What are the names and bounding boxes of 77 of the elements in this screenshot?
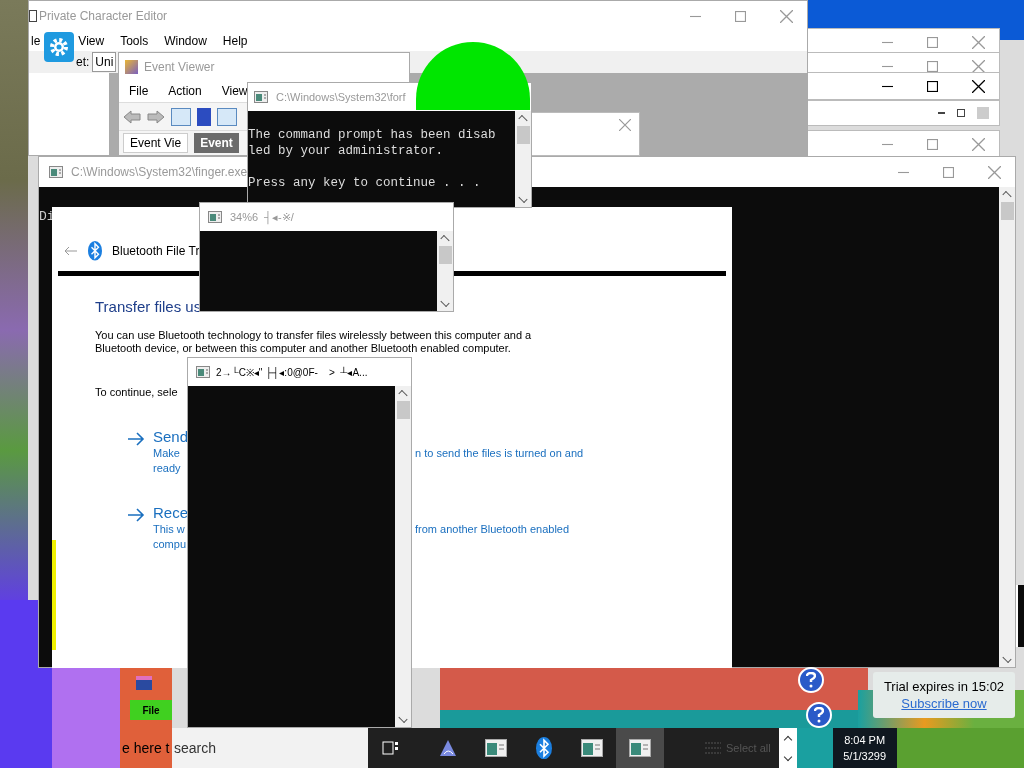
- option-link[interactable]: Rece: [153, 504, 189, 522]
- arrow-icon[interactable]: [127, 432, 145, 446]
- scroll-arrows[interactable]: [778, 728, 797, 768]
- console-window-icon: [254, 91, 268, 103]
- back-arrow-icon[interactable]: [64, 246, 78, 256]
- search-hint-fragment: e here t: [121, 738, 170, 758]
- window-title: 2→└C※◂" ├┤◂:0@0F- > ┴◂A...: [216, 365, 368, 380]
- maximize-icon[interactable]: [927, 80, 938, 92]
- console-text: led by your administrator.: [248, 143, 445, 159]
- menu-item[interactable]: Help: [222, 32, 248, 50]
- option-description: This w: [153, 522, 186, 537]
- font-set-dropdown[interactable]: Uni: [92, 52, 117, 72]
- clock[interactable]: 8:04 PM 5/1/3299: [832, 728, 897, 768]
- edit-icon: [29, 10, 37, 22]
- window-title: Event Viewer: [144, 58, 215, 76]
- description: You can use Bluetooth technology to transfer files wirelessly between this computer and a: [95, 328, 532, 342]
- folder-icon: [136, 676, 152, 690]
- console-window-icon: [208, 211, 222, 223]
- help-icon[interactable]: [197, 107, 211, 126]
- forward-arrow-icon[interactable]: [147, 109, 165, 124]
- arrow-icon[interactable]: [127, 508, 145, 522]
- console-window-icon: [49, 166, 63, 178]
- menu-item[interactable]: Tools: [120, 32, 149, 50]
- window-title: 34%6 ┤◂-※/: [230, 209, 294, 226]
- window-title: C:\Windows\System32\forf: [276, 89, 406, 105]
- option-description: n to send the files is turned on and: [415, 446, 584, 461]
- console-window-icon: [196, 366, 210, 378]
- tab[interactable]: Event Vie: [123, 133, 189, 153]
- glitch-blocks-drawing: [796, 728, 833, 768]
- subscribe-link[interactable]: Subscribe now: [901, 695, 987, 712]
- console-text: The command prompt has been disab: [248, 127, 497, 143]
- scrollbar[interactable]: [395, 386, 411, 727]
- menu-item[interactable]: View: [78, 32, 105, 50]
- back-arrow-icon[interactable]: [123, 109, 141, 124]
- task-view-icon[interactable]: [382, 739, 400, 757]
- taskbar-app[interactable]: [616, 728, 664, 768]
- field-label: et:: [76, 54, 90, 71]
- tab[interactable]: Event: [194, 133, 239, 153]
- action-pane-icon[interactable]: [217, 107, 237, 126]
- select-all-icon[interactable]: [704, 741, 722, 755]
- fragment-button[interactable]: File: [130, 700, 172, 720]
- window-title: Bluetooth File Tr: [112, 243, 200, 260]
- search-field[interactable]: search: [172, 728, 368, 768]
- scrollbar[interactable]: [999, 187, 1015, 667]
- window-title: C:\Windows\System32\finger.exe: [71, 164, 248, 181]
- menu-item[interactable]: le: [31, 32, 41, 50]
- option-link[interactable]: Send: [153, 428, 189, 446]
- scroll-thumb[interactable]: [516, 126, 530, 144]
- restore-icon[interactable]: [957, 109, 965, 117]
- console-tree-icon[interactable]: [171, 107, 191, 126]
- settings-icon[interactable]: [44, 32, 74, 62]
- close-icon[interactable]: [972, 79, 985, 93]
- app-window-icon: [485, 739, 507, 757]
- instruction: To continue, sele: [95, 384, 178, 400]
- menu-item[interactable]: File: [129, 82, 149, 100]
- trial-text: Trial expires in 15:02: [883, 678, 1005, 695]
- menu-item[interactable]: View: [221, 82, 248, 100]
- scrollbar[interactable]: [437, 231, 453, 311]
- scroll-thumb[interactable]: [438, 246, 452, 264]
- event-log-icon: [125, 59, 138, 74]
- console-text: Press any key to continue . . .: [248, 175, 482, 191]
- option-description: compu: [153, 537, 188, 552]
- scrollbar[interactable]: [515, 111, 531, 207]
- option-description: Make: [153, 446, 181, 461]
- scroll-thumb[interactable]: [396, 401, 410, 419]
- option-description: from another Bluetooth enabled: [415, 522, 570, 537]
- app-window-icon: [581, 739, 603, 757]
- scroll-thumb[interactable]: [1000, 202, 1014, 220]
- menu-item[interactable]: Window: [164, 32, 207, 50]
- app-window-icon: [629, 739, 651, 757]
- bluetooth-icon: [536, 736, 552, 760]
- window-title: Private Character Editor: [39, 8, 168, 25]
- bluetooth-icon: [88, 241, 102, 261]
- option-description: ready: [153, 461, 182, 476]
- drawing-app-icon: [438, 738, 458, 758]
- menu-item[interactable]: Action: [168, 82, 202, 100]
- description: Bluetooth device, or between this computer and another Bluetooth enabled computer.: [95, 341, 511, 355]
